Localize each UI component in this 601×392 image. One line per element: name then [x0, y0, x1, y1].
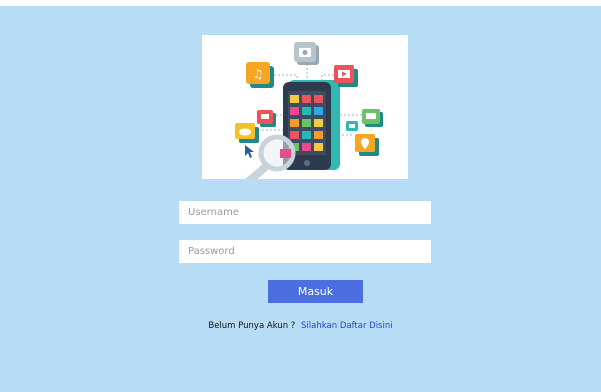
smartphone-apps-svg: ♫ [235, 42, 383, 179]
register-prompt: Belum Punya Akun ? Silahkan Daftar Disin… [0, 321, 601, 331]
camera-icon [294, 42, 319, 65]
cursor-icon [245, 145, 254, 158]
password-input[interactable] [179, 240, 431, 263]
cloud-icon [346, 121, 358, 131]
register-link[interactable]: Silahkan Daftar Disini [301, 321, 393, 331]
music-icon: ♫ [246, 62, 274, 88]
location-icon [355, 134, 379, 156]
magnifier-icon [244, 134, 296, 179]
register-question: Belum Punya Akun ? [208, 321, 296, 331]
svg-text:♫: ♫ [253, 67, 264, 81]
chat-icon [362, 109, 383, 127]
login-button[interactable]: Masuk [268, 280, 363, 303]
username-input[interactable] [179, 201, 431, 224]
cloud-icon [235, 123, 259, 143]
chat-icon [257, 110, 276, 127]
mobile-apps-illustration: ♫ [202, 35, 408, 179]
login-page: ♫ Username Masuk Belum Punya Akun ? Sila… [0, 6, 601, 392]
